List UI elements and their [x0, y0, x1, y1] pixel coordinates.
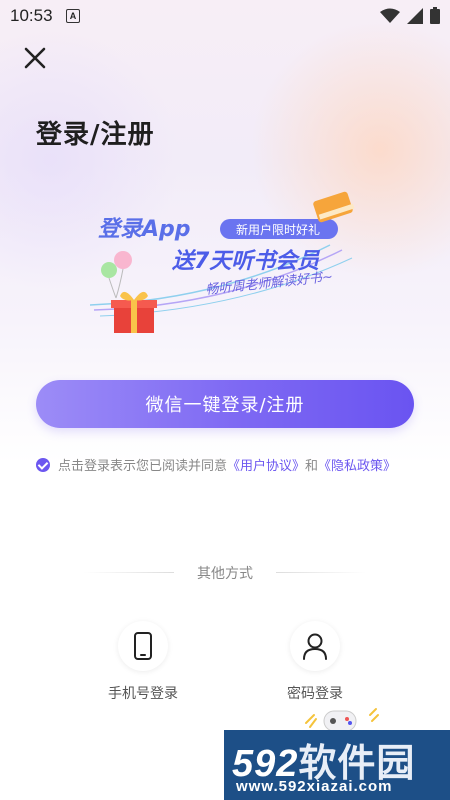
phone-login-circle[interactable] — [118, 621, 168, 671]
password-login-label: 密码登录 — [287, 686, 343, 702]
wifi-icon — [380, 8, 400, 23]
gift-icon — [111, 291, 157, 333]
promo-banner: 登录App 新用户限时好礼 送7天听书会员 畅听周老师解读好书~ — [89, 191, 355, 333]
status-time: 10:53 — [10, 6, 53, 25]
watermark: 592软件园 www.592xiazai.com — [224, 730, 450, 800]
agreement-row: 点击登录表示您已阅读并同意 《用户协议》 和 《隐私政策》 — [36, 455, 396, 474]
user-agreement-link[interactable]: 《用户协议》 — [227, 455, 305, 474]
status-icons — [380, 7, 440, 24]
privacy-policy-link[interactable]: 《隐私政策》 — [318, 455, 396, 474]
status-bar: 10:53 A — [0, 0, 450, 30]
agreement-and: 和 — [305, 459, 319, 474]
status-a-badge: A — [66, 9, 80, 23]
password-login-circle[interactable] — [290, 621, 340, 671]
phone-login-option[interactable]: 手机号登录 — [83, 621, 203, 703]
balloon-icon — [101, 251, 132, 299]
other-methods-label: 其他方式 — [197, 566, 253, 582]
phone-login-label: 手机号登录 — [108, 686, 178, 702]
password-login-option[interactable]: 密码登录 — [255, 621, 375, 703]
watermark-url: www.592xiazai.com — [236, 778, 393, 795]
battery-icon — [430, 7, 440, 24]
agreement-prefix: 点击登录表示您已阅读并同意 — [58, 459, 228, 474]
page-title: 登录/注册 — [36, 120, 155, 150]
wechat-login-button[interactable]: 微信一键登录/注册 — [36, 380, 414, 428]
divider-right — [276, 572, 366, 573]
phone-icon — [134, 632, 152, 660]
promo-offer: 送7天听书会员 — [171, 249, 320, 274]
user-icon — [303, 633, 327, 660]
agreement-checkbox[interactable] — [36, 457, 50, 472]
book-icon — [313, 191, 355, 223]
signal-icon — [407, 7, 423, 24]
promo-headline: 登录App — [98, 217, 191, 242]
close-icon[interactable] — [22, 45, 48, 71]
promo-tag: 新用户限时好礼 — [236, 222, 320, 237]
